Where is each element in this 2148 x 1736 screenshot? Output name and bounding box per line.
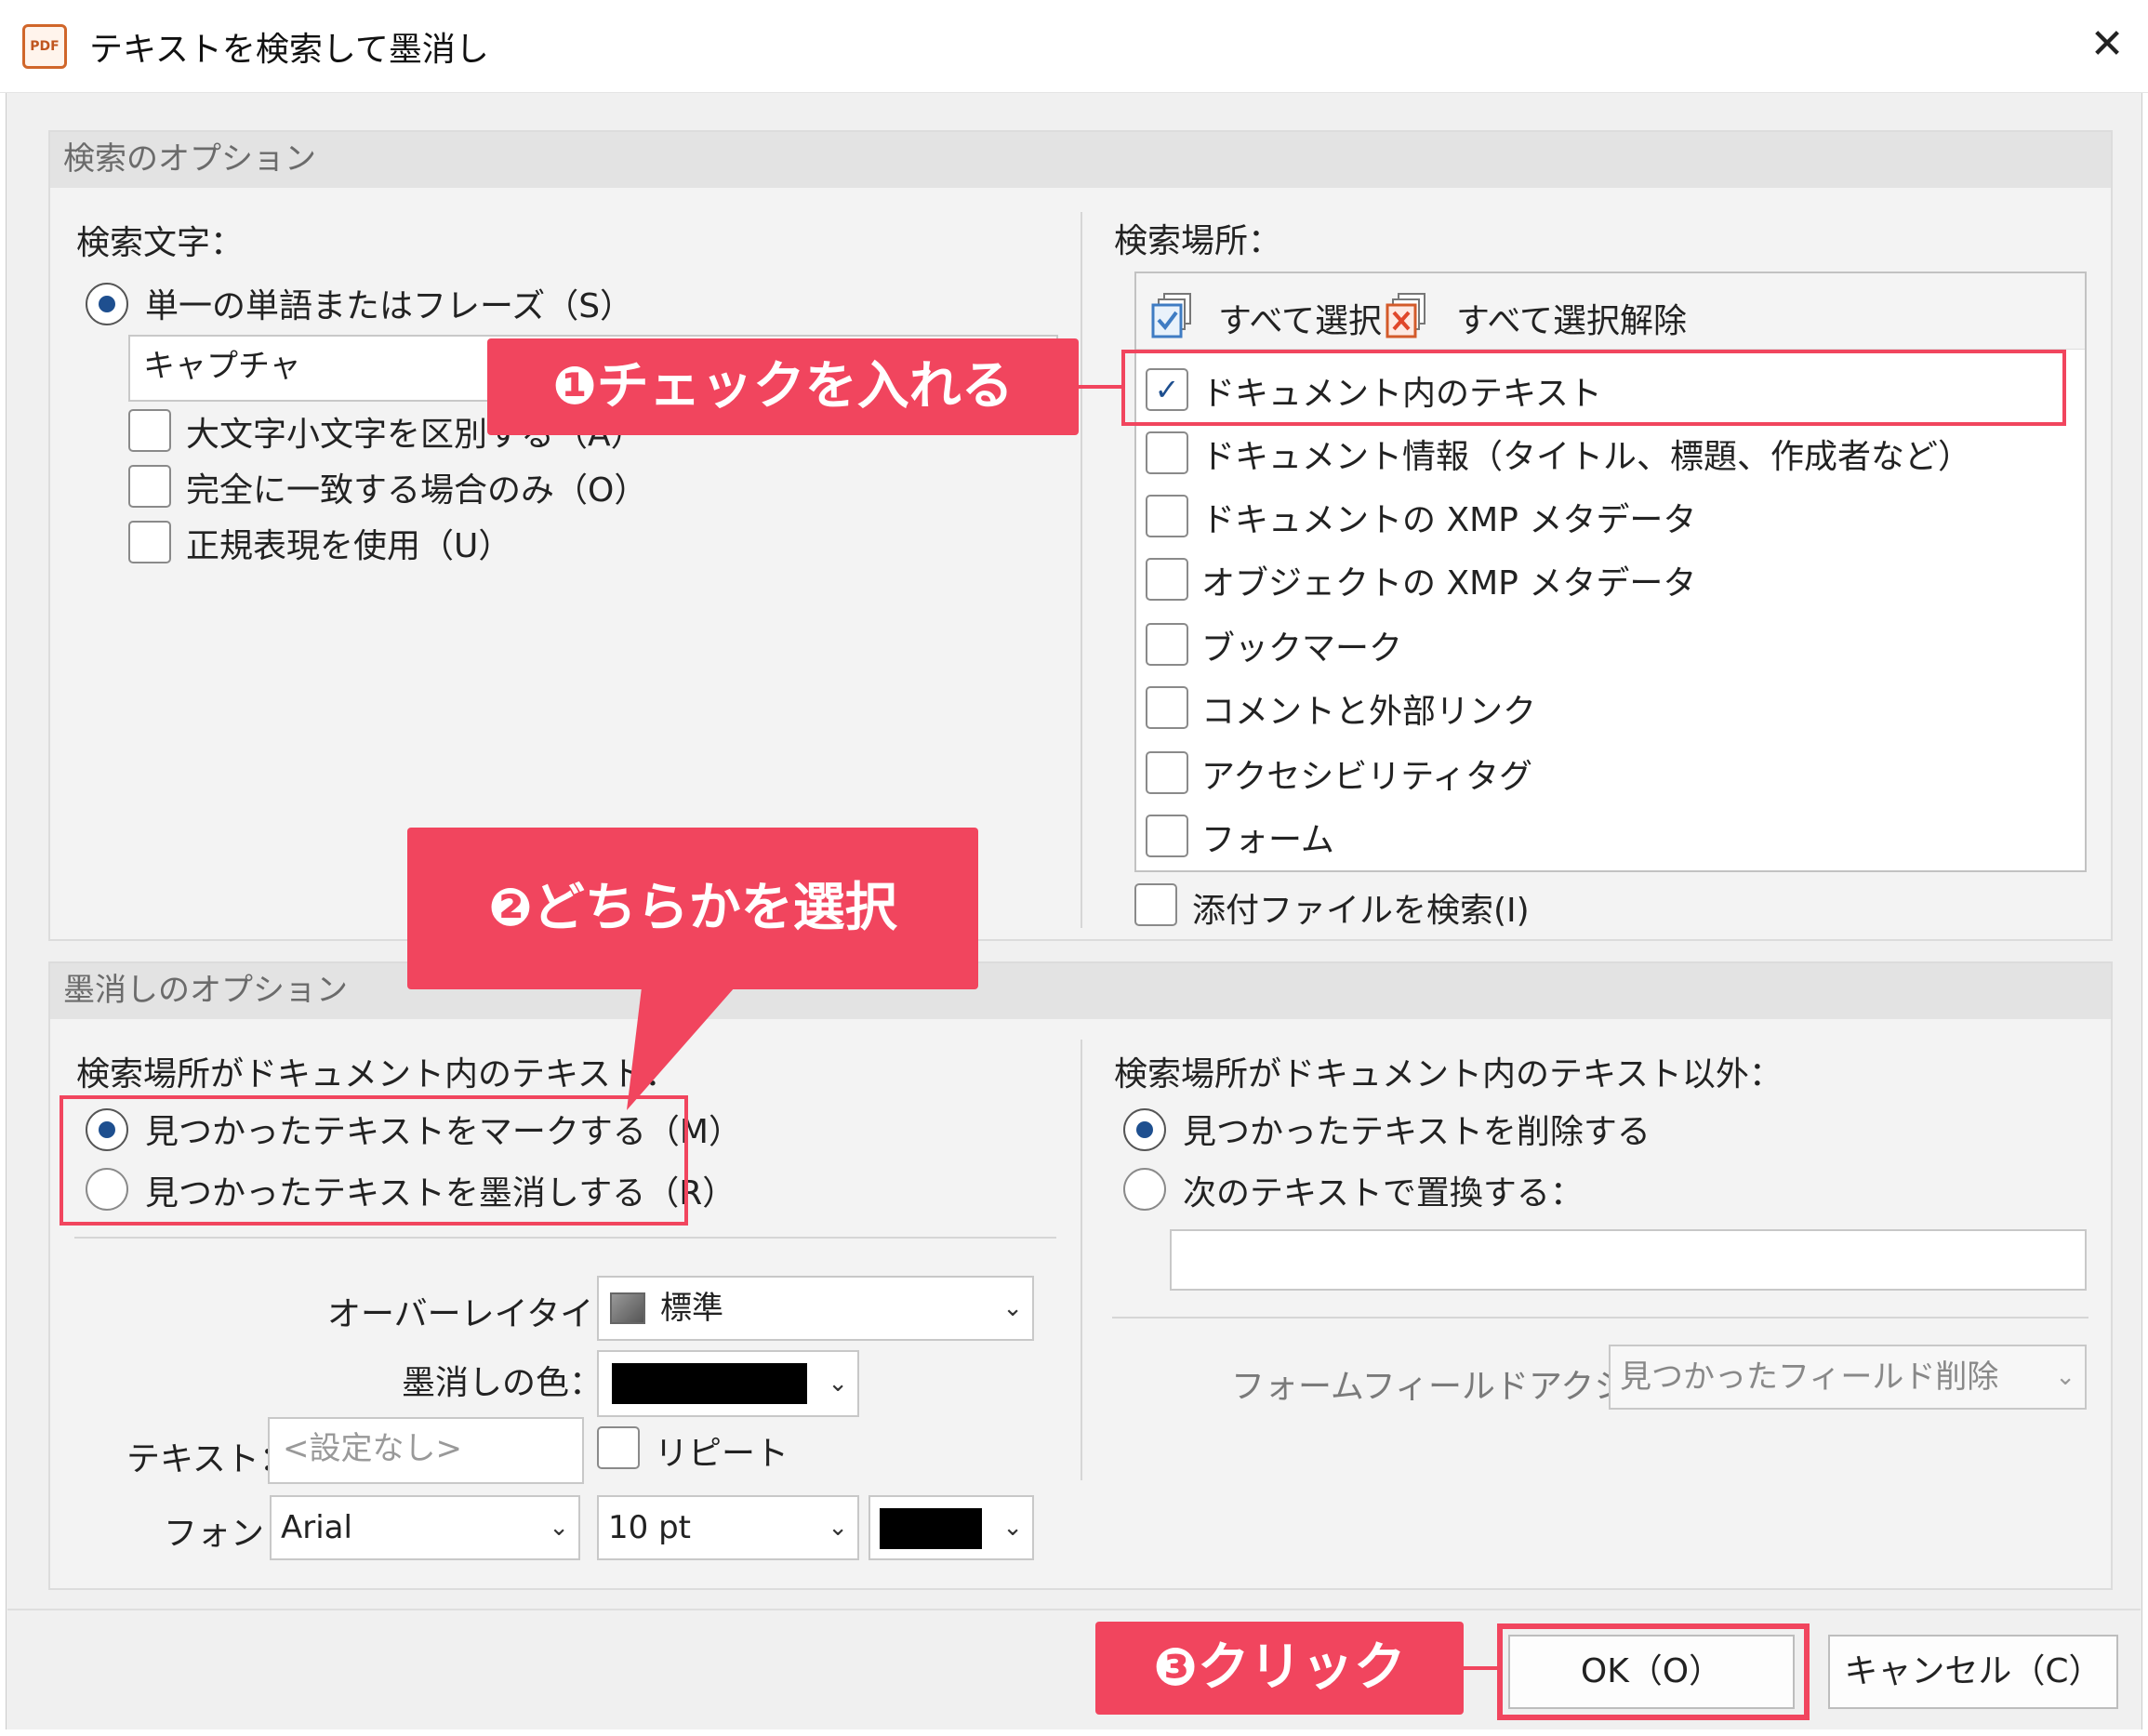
location-label-object-xmp: オブジェクトの XMP メタデータ [1201, 564, 1697, 603]
redaction-color-swatch [612, 1363, 807, 1404]
location-label-document-info: ドキュメント情報（タイトル、標題、作成者など） [1201, 438, 1972, 476]
font-size-value: 10 pt [608, 1509, 691, 1546]
single-word-radio[interactable] [86, 283, 128, 325]
replace-text-input[interactable] [1170, 1229, 2087, 1291]
search-attachments-label: 添付ファイルを検索(I) [1192, 892, 1530, 930]
pdf-app-icon: PDF [22, 24, 67, 69]
location-checkbox-forms[interactable] [1146, 815, 1188, 857]
search-location-label: 検索場所： [1114, 222, 1282, 260]
search-input-value: キャプチャ [143, 348, 301, 385]
redaction-color-label: 墨消しの色： [402, 1364, 603, 1402]
overlay-swatch-icon [610, 1292, 645, 1324]
step3-highlight-box [1497, 1623, 1810, 1720]
overlay-type-select[interactable]: 標準 ⌄ [597, 1276, 1034, 1341]
step1-connector [1077, 385, 1123, 389]
regex-label: 正規表現を使用（U） [186, 527, 512, 565]
exact-match-label: 完全に一致する場合のみ（O） [186, 471, 648, 510]
font-color-swatch [880, 1508, 982, 1549]
location-label-comments: コメントと外部リンク [1201, 693, 1537, 731]
step2-pointer [623, 987, 744, 1110]
chevron-down-icon: ⌄ [828, 1514, 848, 1542]
chevron-down-icon: ⌄ [549, 1514, 569, 1542]
delete-text-label: 見つかったテキストを削除する [1183, 1113, 1651, 1151]
select-all-icon[interactable] [1151, 290, 1196, 342]
step2-callout: ❷どちらかを選択 [407, 828, 978, 989]
chevron-down-icon: ⌄ [828, 1370, 848, 1398]
step1-highlight-box [1121, 350, 2066, 426]
font-select[interactable]: Arial ⌄ [270, 1495, 580, 1560]
regex-checkbox[interactable] [128, 521, 171, 563]
overlay-text-input[interactable]: <設定なし> [268, 1417, 584, 1484]
search-options-header: 検索のオプション [50, 132, 2111, 188]
step3-connector [1462, 1666, 1499, 1670]
repeat-checkbox[interactable] [597, 1426, 640, 1469]
title-bar: PDF テキストを検索して墨消し ✕ [0, 0, 2148, 93]
location-checkbox-comments[interactable] [1146, 686, 1188, 729]
font-color-picker[interactable]: ⌄ [868, 1495, 1034, 1560]
search-attachments-checkbox[interactable] [1134, 883, 1177, 926]
redaction-left-divider [74, 1237, 1056, 1239]
window-title: テキストを検索して墨消し [89, 31, 489, 69]
replace-text-label: 次のテキストで置換する： [1183, 1174, 1584, 1213]
step3-callout: ❸クリック [1095, 1622, 1464, 1715]
location-checkbox-accessibility[interactable] [1146, 751, 1188, 794]
location-checkbox-document-info[interactable] [1146, 431, 1188, 474]
cancel-button[interactable]: キャンセル（C） [1828, 1635, 2118, 1709]
font-size-select[interactable]: 10 pt ⌄ [597, 1495, 859, 1560]
overlay-text-placeholder: <設定なし> [283, 1430, 462, 1467]
form-field-action-value: 見つかったフィールド削除 [1620, 1358, 1999, 1396]
location-label-document-xmp: ドキュメントの XMP メタデータ [1201, 501, 1697, 539]
delete-text-radio[interactable] [1123, 1108, 1166, 1151]
location-label-bookmarks: ブックマーク [1201, 629, 1403, 668]
redaction-right-divider [1112, 1317, 2088, 1319]
location-label-accessibility: アクセシビリティタグ [1201, 758, 1533, 796]
redaction-options-header: 墨消しのオプション [50, 963, 2111, 1019]
location-label-forms: フォーム [1201, 821, 1334, 859]
location-checkbox-document-xmp[interactable] [1146, 495, 1188, 537]
single-word-label: 単一の単語またはフレーズ（S） [145, 287, 634, 325]
replace-text-radio[interactable] [1123, 1168, 1166, 1211]
redaction-options-divider [1081, 1040, 1082, 1480]
chevron-down-icon: ⌄ [1002, 1294, 1023, 1322]
chevron-down-icon: ⌄ [1002, 1514, 1023, 1542]
redaction-color-picker[interactable]: ⌄ [597, 1350, 859, 1417]
overlay-type-value: 標準 [660, 1290, 723, 1327]
deselect-all-button[interactable]: すべて選択解除 [1456, 294, 1687, 342]
repeat-label: リピート [655, 1435, 789, 1473]
exact-match-checkbox[interactable] [128, 465, 171, 508]
step1-callout: ❶チェックを入れる [487, 338, 1079, 435]
other-location-label: 検索場所がドキュメント内のテキスト以外： [1114, 1055, 1783, 1093]
in-text-label: 検索場所がドキュメント内のテキスト： [76, 1055, 678, 1093]
footer-divider [7, 1609, 2141, 1610]
step2-highlight-box [60, 1095, 688, 1226]
search-options-divider [1081, 212, 1082, 928]
chevron-down-icon: ⌄ [2055, 1363, 2075, 1391]
deselect-all-icon[interactable] [1386, 290, 1430, 342]
form-field-action-select[interactable]: 見つかったフィールド削除 ⌄ [1609, 1345, 2087, 1410]
select-all-button[interactable]: すべて選択 [1218, 294, 1382, 342]
case-sensitive-checkbox[interactable] [128, 409, 171, 452]
search-text-label: 検索文字： [76, 224, 245, 262]
location-checkbox-bookmarks[interactable] [1146, 623, 1188, 666]
location-checkbox-object-xmp[interactable] [1146, 558, 1188, 601]
close-icon[interactable]: ✕ [2079, 17, 2135, 73]
font-value: Arial [281, 1509, 352, 1546]
